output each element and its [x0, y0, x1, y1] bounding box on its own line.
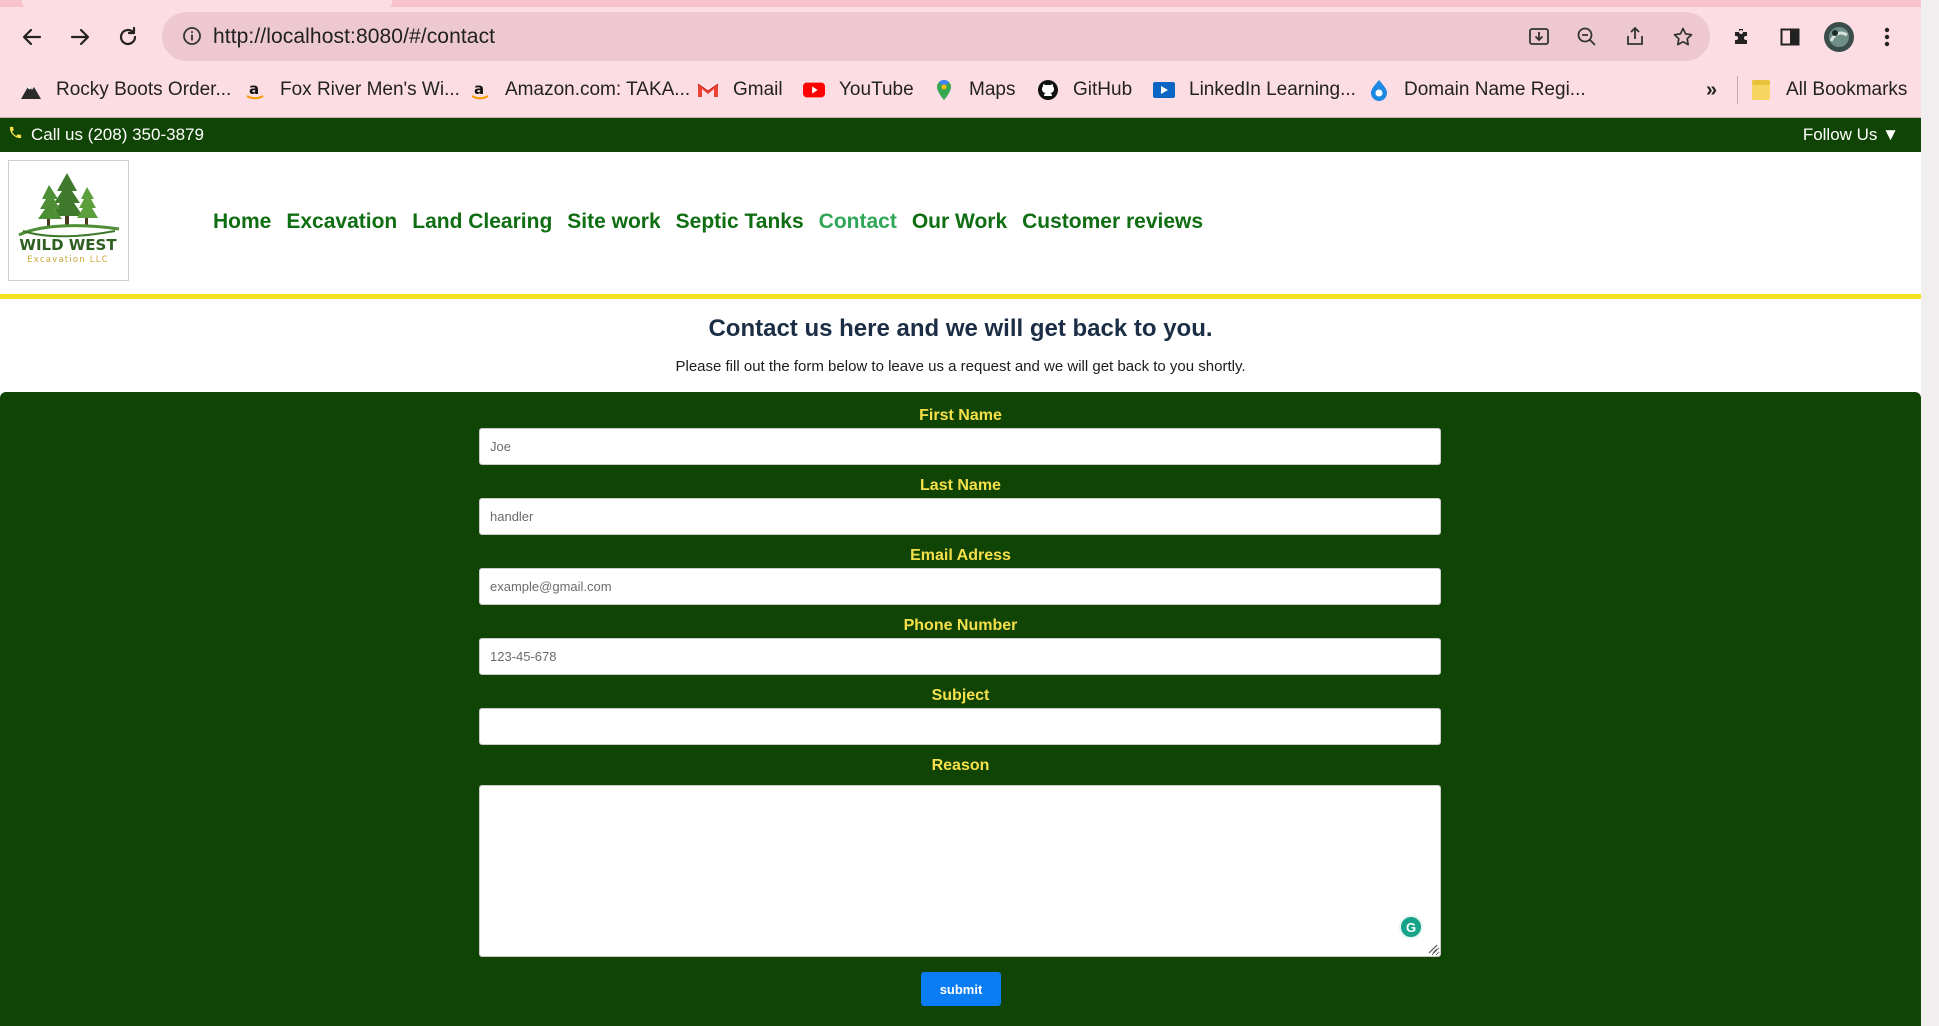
all-bookmarks-button[interactable]: All Bookmarks: [1750, 72, 1907, 108]
email-label: Email Adress: [910, 547, 1011, 564]
install-app-icon[interactable]: [1526, 24, 1552, 50]
kebab-menu-icon[interactable]: [1870, 20, 1904, 54]
last-name-label: Last Name: [920, 477, 1001, 494]
site-info-icon[interactable]: [182, 26, 202, 51]
nav-excavation[interactable]: Excavation: [286, 210, 397, 234]
all-bookmarks-label: All Bookmarks: [1786, 79, 1908, 100]
share-icon[interactable]: [1622, 24, 1648, 50]
subject-input[interactable]: [479, 708, 1441, 745]
reason-label: Reason: [931, 757, 990, 774]
back-arrow-icon[interactable]: [15, 20, 49, 54]
bookmark-label: Domain Name Regi...: [1404, 79, 1586, 100]
top-contact-bar: Call us (208) 350-3879 Follow Us ▼: [0, 118, 1921, 152]
bookmark-item[interactable]: Maps: [933, 72, 1015, 108]
nav-septic-tanks[interactable]: Septic Tanks: [676, 210, 804, 234]
call-us[interactable]: Call us (208) 350-3879: [8, 125, 204, 145]
company-logo[interactable]: WILD WEST Excavation LLC: [8, 160, 129, 281]
phone-input[interactable]: [479, 638, 1441, 675]
reason-textarea[interactable]: [479, 785, 1441, 957]
bookmark-item[interactable]: a Fox River Men's Wi...: [244, 72, 460, 108]
resize-handle-icon[interactable]: [1426, 942, 1438, 954]
header-divider: [0, 294, 1921, 299]
logo-wordmark: WILD WEST: [19, 236, 117, 254]
bookmark-label: Maps: [969, 79, 1016, 100]
svg-text:a: a: [474, 80, 484, 98]
email-input[interactable]: [479, 568, 1441, 605]
bookmark-label: Gmail: [733, 79, 783, 100]
browser-chrome: http://localhost:8080/#/contact Rocky Bo…: [0, 0, 1939, 118]
github-icon: [1037, 79, 1059, 101]
bookmarks-overflow-chevron[interactable]: »: [1706, 72, 1717, 108]
profile-avatar-icon[interactable]: [1822, 20, 1856, 54]
domain-icon: [1368, 79, 1390, 101]
zoom-icon[interactable]: [1574, 24, 1600, 50]
bookmark-item[interactable]: a Amazon.com: TAKA...: [469, 72, 690, 108]
nav-site-work[interactable]: Site work: [567, 210, 660, 234]
page-title: Contact us here and we will get back to …: [708, 315, 1213, 342]
bookmark-star-icon[interactable]: [1670, 24, 1696, 50]
forward-arrow-icon[interactable]: [63, 20, 97, 54]
phone-icon: [8, 125, 23, 145]
nav-land-clearing[interactable]: Land Clearing: [412, 210, 552, 234]
call-us-text: Call us (208) 350-3879: [31, 125, 204, 144]
side-panel-icon[interactable]: [1773, 20, 1807, 54]
phone-label: Phone Number: [903, 617, 1018, 634]
reload-icon[interactable]: [111, 20, 145, 54]
grammarly-icon[interactable]: G: [1399, 915, 1423, 939]
logo-tagline: Excavation LLC: [27, 255, 109, 265]
contact-form: First Name Last Name Email Adress Phone …: [0, 392, 1921, 1026]
bookmark-label: YouTube: [839, 79, 914, 100]
amazon-icon: a: [469, 79, 491, 101]
maps-pin-icon: [933, 79, 955, 101]
nav-contact[interactable]: Contact: [819, 210, 897, 234]
bookmark-item[interactable]: Domain Name Regi...: [1368, 72, 1586, 108]
bookmark-item[interactable]: LinkedIn Learning...: [1153, 72, 1356, 108]
submit-button[interactable]: submit: [921, 972, 1001, 1006]
browser-side-edge: [1921, 0, 1939, 1026]
follow-us-dropdown[interactable]: Follow Us ▼: [1803, 125, 1899, 145]
last-name-input[interactable]: [479, 498, 1441, 535]
bookmark-label: GitHub: [1073, 79, 1133, 100]
bookmark-label: Rocky Boots Order...: [56, 79, 232, 100]
site-header: WILD WEST Excavation LLC Home Excavation…: [0, 152, 1921, 294]
first-name-label: First Name: [919, 407, 1002, 424]
url-text: http://localhost:8080/#/contact: [213, 25, 496, 48]
folder-icon: [1750, 79, 1772, 101]
bookmark-label: LinkedIn Learning...: [1189, 79, 1356, 100]
bookmarks-bar: Rocky Boots Order... a Fox River Men's W…: [0, 72, 1939, 108]
svg-text:a: a: [249, 80, 259, 98]
youtube-icon: [803, 79, 825, 101]
bookmark-item[interactable]: Rocky Boots Order...: [20, 72, 231, 108]
mountain-icon: [20, 79, 42, 101]
extensions-puzzle-icon[interactable]: [1725, 20, 1759, 54]
address-bar[interactable]: http://localhost:8080/#/contact: [162, 12, 1710, 61]
bookmark-label: Fox River Men's Wi...: [280, 79, 460, 100]
bookmark-item[interactable]: YouTube: [803, 72, 914, 108]
bookmarks-divider: [1737, 76, 1738, 104]
page-subtitle: Please fill out the form below to leave …: [675, 358, 1246, 375]
nav-home[interactable]: Home: [213, 210, 271, 234]
nav-customer-reviews[interactable]: Customer reviews: [1022, 210, 1203, 234]
amazon-icon: a: [244, 79, 266, 101]
gmail-icon: [697, 79, 719, 101]
main-nav: Home Excavation Land Clearing Site work …: [213, 210, 1218, 234]
first-name-input[interactable]: [479, 428, 1441, 465]
active-tab[interactable]: [22, 0, 392, 8]
nav-our-work[interactable]: Our Work: [912, 210, 1007, 234]
bookmark-item[interactable]: Gmail: [697, 72, 783, 108]
subject-label: Subject: [931, 687, 990, 704]
play-icon: [1153, 79, 1175, 101]
bookmark-item[interactable]: GitHub: [1037, 72, 1132, 108]
page-content: Call us (208) 350-3879 Follow Us ▼ WILD …: [0, 118, 1921, 1026]
bookmark-label: Amazon.com: TAKA...: [505, 79, 691, 100]
